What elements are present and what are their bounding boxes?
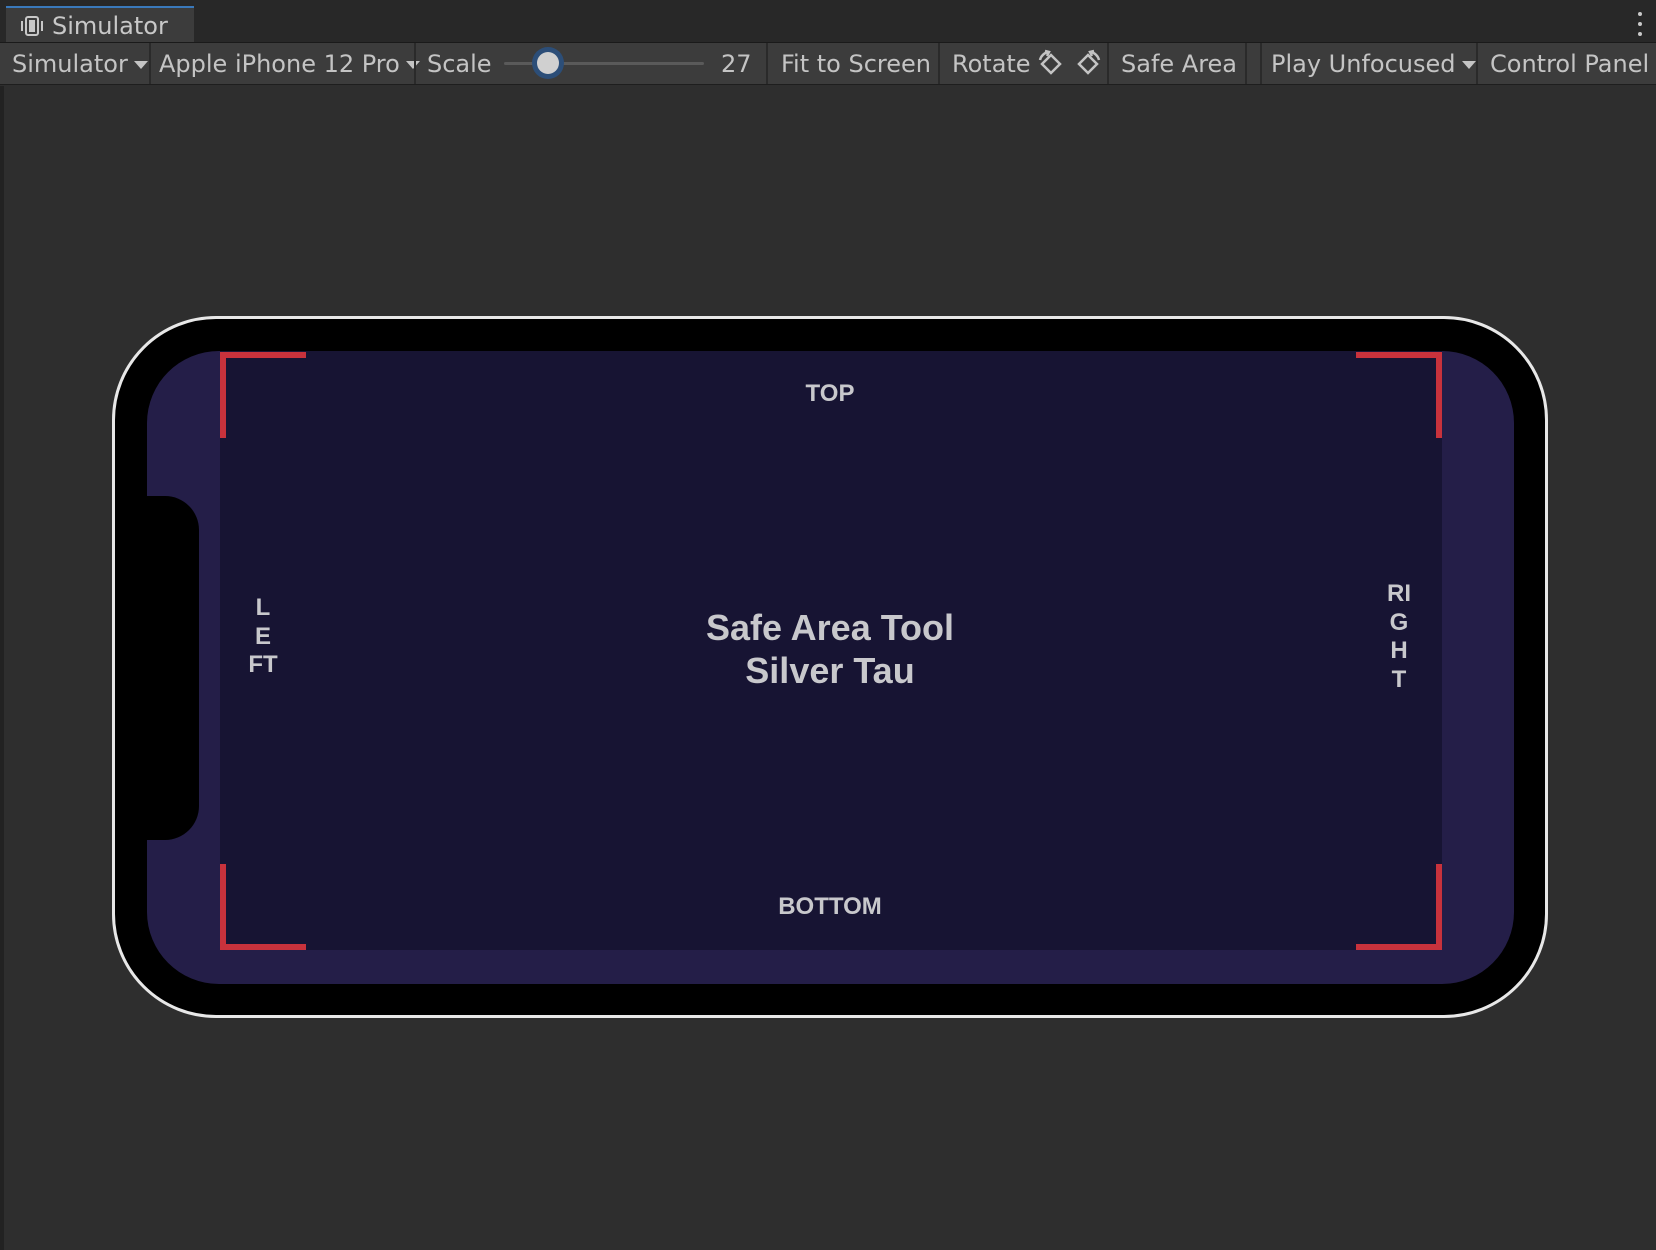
safe-area-corner-top-left bbox=[220, 352, 306, 438]
label-left: LEFT bbox=[248, 594, 278, 678]
toolbar-divider bbox=[1107, 43, 1109, 84]
toolbar-divider bbox=[414, 43, 416, 84]
scale-slider-track[interactable] bbox=[504, 62, 704, 65]
chevron-down-icon bbox=[1461, 60, 1476, 69]
toolbar-divider bbox=[149, 43, 151, 84]
rotate-clockwise-icon[interactable] bbox=[1073, 49, 1103, 79]
simulator-window: Simulator Simulator Apple iPhone 12 Pro … bbox=[0, 0, 1656, 1250]
tab-label: Simulator bbox=[52, 12, 168, 40]
scale-value: 27 bbox=[721, 49, 752, 78]
label-right: RIGHT bbox=[1387, 580, 1411, 693]
simulator-toolbar: Simulator Apple iPhone 12 Pro Scale 27 F… bbox=[0, 43, 1656, 85]
label-top: TOP bbox=[805, 380, 855, 407]
fit-to-screen-button[interactable]: Fit to Screen bbox=[781, 43, 931, 84]
tab-simulator[interactable]: Simulator bbox=[6, 6, 194, 42]
kebab-menu-icon[interactable] bbox=[1636, 12, 1644, 36]
simulator-device-icon bbox=[21, 16, 43, 36]
device-dropdown[interactable]: Apple iPhone 12 Pro bbox=[159, 43, 420, 84]
chevron-down-icon bbox=[133, 60, 148, 69]
scale-label: Scale bbox=[427, 49, 492, 78]
play-mode-dropdown-label: Play Unfocused bbox=[1271, 49, 1456, 78]
rotate-counterclockwise-icon[interactable] bbox=[1036, 49, 1066, 79]
toolbar-divider bbox=[1245, 43, 1247, 84]
device-notch bbox=[147, 496, 199, 840]
rotate-label: Rotate bbox=[952, 49, 1031, 78]
scale-slider-thumb[interactable] bbox=[537, 52, 559, 74]
safe-area-corner-bottom-right bbox=[1356, 864, 1442, 950]
safe-area-toggle[interactable]: Safe Area bbox=[1121, 43, 1237, 84]
title-line-2: Silver Tau bbox=[745, 650, 915, 691]
mode-dropdown[interactable]: Simulator bbox=[12, 43, 148, 84]
safe-area-corner-bottom-left bbox=[220, 864, 306, 950]
mode-dropdown-label: Simulator bbox=[12, 49, 128, 78]
control-panel-button[interactable]: Control Panel bbox=[1490, 43, 1649, 84]
play-mode-dropdown[interactable]: Play Unfocused bbox=[1271, 43, 1476, 84]
toolbar-divider bbox=[766, 43, 768, 84]
toolbar-divider bbox=[938, 43, 940, 84]
label-bottom: BOTTOM bbox=[778, 893, 882, 920]
title-line-1: Safe Area Tool bbox=[705, 607, 955, 648]
toolbar-divider bbox=[1260, 43, 1262, 84]
safe-area-corner-top-right bbox=[1356, 352, 1442, 438]
chevron-down-icon bbox=[405, 60, 420, 69]
toolbar-divider bbox=[1476, 43, 1478, 84]
viewport-edge bbox=[0, 86, 4, 1250]
center-title: Safe Area Tool Silver Tau bbox=[580, 606, 1080, 692]
tab-strip: Simulator bbox=[0, 0, 1656, 43]
device-dropdown-label: Apple iPhone 12 Pro bbox=[159, 49, 400, 78]
